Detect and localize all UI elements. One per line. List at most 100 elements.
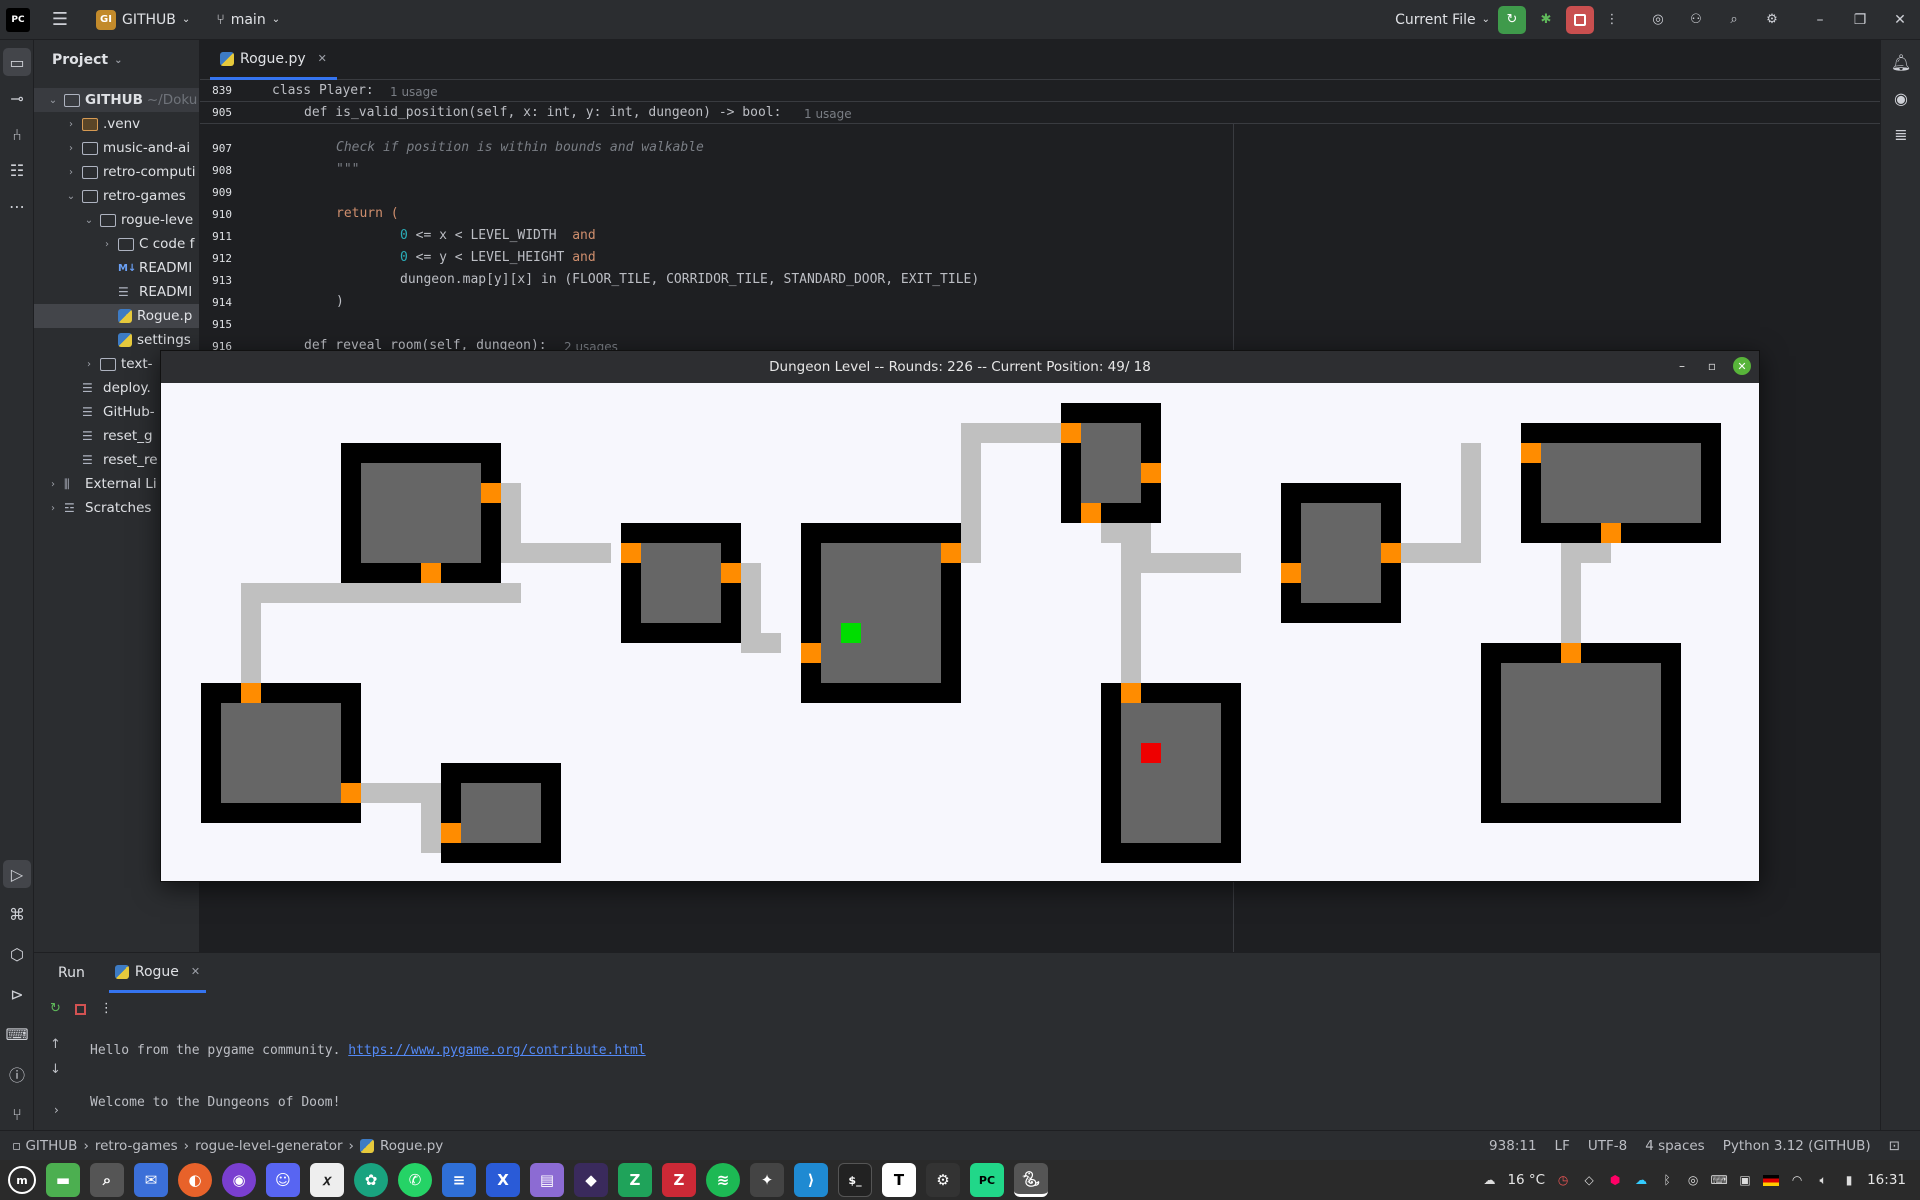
tree-item[interactable]: ⌄ retro-games (34, 184, 199, 208)
settings-gear-icon[interactable]: ⚙ (1758, 6, 1786, 34)
maximize-icon[interactable]: ❐ (1840, 0, 1880, 40)
console-output[interactable]: Hello from the pygame community. https:/… (90, 1025, 646, 1147)
minimize-icon[interactable]: – (1673, 357, 1691, 375)
pycharm-app-icon[interactable]: PC (970, 1163, 1004, 1197)
project-selector[interactable]: GI GITHUB ⌄ (88, 5, 198, 35)
weather-temperature[interactable]: 16 °C (1507, 1172, 1545, 1188)
ai-assistant-icon[interactable]: ◎ (1644, 6, 1672, 34)
clock[interactable]: 16:31 (1867, 1172, 1906, 1188)
more-actions-icon[interactable]: ⋮ (100, 1001, 113, 1016)
expand-icon[interactable]: › (54, 1103, 59, 1117)
tab-rogue-config[interactable]: Rogue ✕ (108, 953, 207, 993)
main-menu-icon[interactable]: ☰ (46, 6, 74, 34)
minimize-icon[interactable]: – (1800, 0, 1840, 40)
rerun-icon[interactable]: ↻ (1498, 5, 1526, 34)
files-icon[interactable]: ▬ (46, 1163, 80, 1197)
battery-icon[interactable]: ▮ (1841, 1172, 1857, 1188)
firefox-icon[interactable]: ◐ (178, 1163, 212, 1197)
chevron-right-icon[interactable]: › (64, 119, 78, 130)
notifications-bell-icon[interactable]: 🔔︎ (1887, 48, 1915, 76)
indent-setting[interactable]: 4 spaces (1645, 1138, 1705, 1154)
terminal-icon[interactable]: ⌨ (3, 1020, 31, 1048)
run-tool-icon[interactable]: ▷ (3, 860, 31, 888)
mint-menu-icon[interactable]: m (8, 1166, 36, 1194)
writer-icon[interactable]: ▤ (530, 1163, 564, 1197)
structure-icon[interactable]: ☷ (3, 156, 31, 184)
python-interpreter[interactable]: Python 3.12 (GITHUB) (1723, 1138, 1871, 1154)
spotify-icon[interactable]: ≋ (706, 1163, 740, 1197)
dropbox-icon[interactable]: ◇ (1581, 1172, 1597, 1188)
chevron-down-icon[interactable]: ⌄ (46, 95, 60, 106)
problems-icon[interactable]: ⓘ (3, 1060, 31, 1088)
chatgpt-icon[interactable]: ✿ (354, 1163, 388, 1197)
caret-position[interactable]: 938:11 (1489, 1138, 1537, 1154)
typora-icon[interactable]: T (882, 1163, 916, 1197)
pycharm-logo-icon[interactable]: PC (6, 7, 30, 32)
database-icon[interactable]: ≣ (1887, 120, 1915, 148)
dungeon-game-window[interactable]: Dungeon Level -- Rounds: 226 -- Current … (160, 350, 1760, 882)
more-actions-icon[interactable]: ⋮ (1598, 6, 1626, 34)
chevron-right-icon[interactable]: › (64, 143, 78, 154)
tree-item[interactable]: M↓ READMI (34, 256, 199, 280)
python-packages-icon[interactable]: ⬡ (3, 940, 31, 968)
tree-item[interactable]: ⌄ rogue-leve (34, 208, 199, 232)
tree-item[interactable]: › .venv (34, 112, 199, 136)
keyboard-icon[interactable]: ⌨ (1710, 1172, 1727, 1188)
wifi-icon[interactable]: ◠ (1789, 1172, 1805, 1188)
run-config-selector[interactable]: Current File ⌄ (1387, 5, 1498, 35)
mail-icon[interactable]: ✉ (134, 1163, 168, 1197)
notes-icon[interactable]: ≡ (442, 1163, 476, 1197)
maximize-icon[interactable]: ▫ (1703, 357, 1721, 375)
timer-icon[interactable]: ◷ (1555, 1172, 1571, 1188)
rerun-icon[interactable]: ↻ (50, 1001, 61, 1016)
podcast-icon[interactable]: ◉ (222, 1163, 256, 1197)
tree-item[interactable]: settings (34, 328, 199, 352)
search-icon[interactable]: ⌕ (1720, 6, 1748, 34)
inkscape-icon[interactable]: ✦ (750, 1163, 784, 1197)
tree-item[interactable]: Rogue.p (34, 304, 199, 328)
ai-chat-icon[interactable]: ◉ (1887, 84, 1915, 112)
file-encoding[interactable]: UTF-8 (1588, 1138, 1627, 1154)
tree-item[interactable]: › retro-computi (34, 160, 199, 184)
pygame-contribute-link[interactable]: https://www.pygame.org/contribute.html (348, 1043, 645, 1058)
git-icon[interactable]: ⑂ (3, 1100, 31, 1128)
network-status-icon[interactable]: ◎ (1685, 1172, 1701, 1188)
chevron-right-icon[interactable]: › (82, 359, 96, 370)
python-console-icon[interactable]: ⌘ (3, 900, 31, 928)
pull-requests-icon[interactable]: ⑃ (3, 120, 31, 148)
tree-item[interactable]: ⌄ GITHUB ~/Doku (34, 88, 199, 112)
terminal-app-icon[interactable]: $_ (838, 1163, 872, 1197)
debug-icon[interactable]: ✱ (1532, 6, 1560, 34)
chevron-right-icon[interactable]: › (100, 239, 114, 250)
whatsapp-icon[interactable]: ✆ (398, 1163, 432, 1197)
stop-button[interactable] (1566, 5, 1594, 34)
python-game-icon[interactable]: 🐍︎ (1014, 1163, 1048, 1197)
chevron-right-icon[interactable]: › (64, 167, 78, 178)
chevron-right-icon[interactable]: › (46, 503, 60, 514)
close-tab-icon[interactable]: ✕ (191, 965, 200, 978)
services-icon[interactable]: ⊳ (3, 980, 31, 1008)
line-separator[interactable]: LF (1555, 1138, 1570, 1154)
close-tab-icon[interactable]: ✕ (318, 52, 327, 65)
bluetooth-icon[interactable]: ᛒ (1659, 1172, 1675, 1188)
project-folder-icon[interactable]: ▭ (3, 48, 31, 76)
chevron-down-icon[interactable]: ⌄ (82, 215, 96, 226)
zotero-icon[interactable]: Z (662, 1163, 696, 1197)
language-flag-icon[interactable] (1763, 1172, 1780, 1188)
project-panel-header[interactable]: Project ⌄ (34, 40, 199, 80)
game-window-title-bar[interactable]: Dungeon Level -- Rounds: 226 -- Current … (161, 351, 1759, 383)
sticky-scroll-line[interactable]: 905 def is_valid_position(self, x: int, y… (200, 102, 1880, 124)
close-icon[interactable]: ✕ (1880, 0, 1920, 40)
discord-icon[interactable]: ☺ (266, 1163, 300, 1197)
search-app-icon[interactable]: ⌕ (90, 1163, 124, 1197)
commit-icon[interactable]: ⊸ (3, 84, 31, 112)
dungeon-map[interactable] (161, 383, 1759, 881)
scroll-up-icon[interactable]: ↑ (50, 1037, 61, 1052)
system-settings-icon[interactable]: ⚙ (926, 1163, 960, 1197)
tab-rogue-py[interactable]: Rogue.py ✕ (210, 40, 337, 80)
calc-icon[interactable]: 𝑥 (310, 1163, 344, 1197)
tree-item[interactable]: › C code f (34, 232, 199, 256)
app-tray-icon[interactable]: ⬢ (1607, 1172, 1623, 1188)
zettlr-icon[interactable]: Z (618, 1163, 652, 1197)
tree-item[interactable]: ☰ READMI (34, 280, 199, 304)
